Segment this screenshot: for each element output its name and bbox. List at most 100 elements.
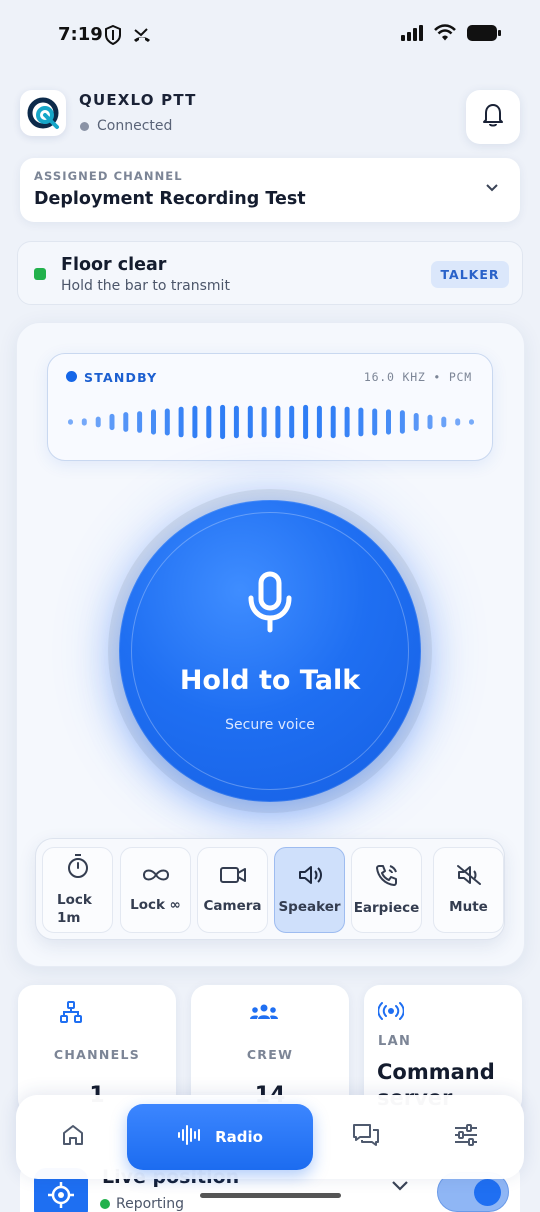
ptt-inner-ring bbox=[131, 512, 409, 790]
connection-status: Connected bbox=[80, 118, 172, 134]
status-right-icons bbox=[400, 24, 502, 46]
lock-infinite-button[interactable]: Lock ∞ bbox=[120, 847, 191, 933]
wifi-icon bbox=[434, 24, 456, 46]
speaker-label: Speaker bbox=[278, 899, 341, 915]
waveform-bar bbox=[81, 418, 87, 426]
mute-icon bbox=[456, 864, 482, 890]
lan-caption: LAN bbox=[378, 1034, 412, 1049]
waveform-card: STANDBY 16.0 KHZ • PCM bbox=[47, 353, 493, 461]
earpiece-icon bbox=[375, 863, 399, 891]
notifications-button[interactable] bbox=[466, 90, 520, 144]
waveform-bar bbox=[233, 405, 239, 439]
floor-status-dot bbox=[34, 268, 46, 280]
speaker-button[interactable]: Speaker bbox=[274, 847, 345, 933]
waveform-bar bbox=[151, 409, 156, 435]
waveform-bar bbox=[109, 413, 115, 431]
sliders-icon bbox=[453, 1123, 479, 1151]
shield-icon bbox=[104, 24, 122, 49]
reporting-label: Reporting bbox=[116, 1196, 185, 1212]
talker-badge: TALKER bbox=[431, 261, 509, 288]
ptt-label: Hold to Talk bbox=[179, 665, 361, 696]
ptt-subtitle: Secure voice bbox=[225, 717, 315, 733]
nav-settings[interactable] bbox=[424, 1095, 508, 1179]
mute-label: Mute bbox=[449, 899, 488, 915]
speaker-icon bbox=[297, 864, 323, 890]
status-time: 7:19 bbox=[58, 24, 103, 45]
waveform-bar bbox=[330, 405, 336, 439]
waveform-bar bbox=[372, 408, 378, 436]
waveform-bar bbox=[386, 409, 391, 435]
waveform-bar bbox=[192, 405, 198, 439]
waveform-bar bbox=[261, 406, 267, 438]
live-position-status: Reporting bbox=[100, 1196, 184, 1212]
nav-chat[interactable] bbox=[324, 1095, 408, 1179]
camera-icon bbox=[219, 865, 247, 889]
waveform-bar bbox=[123, 412, 129, 432]
waveform-bar bbox=[469, 419, 474, 425]
waveform-bar bbox=[441, 416, 447, 428]
waveform-bar bbox=[137, 411, 143, 433]
lock-1m-button[interactable]: Lock 1m bbox=[42, 847, 113, 933]
floor-title: Floor clear bbox=[61, 255, 167, 275]
waveform-bar bbox=[303, 404, 309, 440]
hold-to-talk-button[interactable]: Hold to Talk Secure voice bbox=[119, 500, 421, 802]
reporting-dot bbox=[100, 1199, 110, 1209]
nav-home[interactable] bbox=[32, 1095, 114, 1179]
chevron-down-icon bbox=[484, 180, 500, 200]
waveform-bar bbox=[247, 405, 253, 439]
channel-name: Deployment Recording Test bbox=[34, 189, 306, 209]
camera-button[interactable]: Camera bbox=[197, 847, 268, 933]
standby-dot bbox=[66, 371, 77, 382]
home-indicator bbox=[200, 1193, 341, 1198]
timer-icon bbox=[66, 853, 90, 883]
app-name: QUEXLO PTT bbox=[79, 91, 197, 109]
lock-1m-label: Lock 1m bbox=[57, 892, 92, 926]
radio-wave-icon bbox=[177, 1124, 203, 1150]
status-left-icons bbox=[104, 24, 152, 49]
waveform-bar bbox=[95, 416, 101, 428]
waveform-bar bbox=[413, 413, 419, 431]
earpiece-label: Earpiece bbox=[353, 900, 420, 916]
crew-icon bbox=[249, 1003, 279, 1025]
earpiece-button[interactable]: Earpiece bbox=[351, 847, 422, 933]
waveform bbox=[68, 404, 474, 440]
mute-button[interactable]: Mute bbox=[433, 847, 504, 933]
floor-status-card: Floor clear Hold the bar to transmit TAL… bbox=[17, 241, 523, 305]
audio-format-label: 16.0 KHZ • PCM bbox=[363, 370, 472, 384]
quexlo-logo-icon bbox=[20, 90, 66, 136]
toggle-knob bbox=[474, 1179, 501, 1206]
floor-subtitle: Hold the bar to transmit bbox=[61, 278, 230, 294]
chevron-down-icon[interactable] bbox=[390, 1178, 410, 1198]
waveform-bar bbox=[220, 404, 226, 440]
waveform-bar bbox=[358, 407, 364, 437]
infinity-icon bbox=[141, 866, 171, 888]
waveform-bar bbox=[455, 418, 461, 426]
waveform-bar bbox=[399, 410, 405, 434]
waveform-bar bbox=[206, 405, 212, 439]
camera-label: Camera bbox=[203, 898, 262, 914]
waveform-bar bbox=[344, 406, 350, 438]
waveform-bar bbox=[289, 405, 295, 439]
connection-dot bbox=[80, 121, 89, 131]
waveform-bar bbox=[178, 406, 184, 438]
crew-caption: CREW bbox=[246, 1047, 294, 1062]
waveform-bar bbox=[164, 408, 170, 436]
lock-infinite-label: Lock ∞ bbox=[130, 897, 181, 913]
waveform-bar bbox=[68, 419, 73, 425]
channels-icon bbox=[60, 1001, 82, 1027]
channel-selector[interactable]: ASSIGNED CHANNEL Deployment Recording Te… bbox=[20, 158, 520, 222]
broadcast-icon bbox=[377, 1000, 405, 1026]
waveform-bar bbox=[316, 405, 322, 439]
nav-radio-label: Radio bbox=[215, 1128, 263, 1146]
bell-icon bbox=[482, 102, 504, 132]
nav-radio[interactable]: Radio bbox=[127, 1104, 313, 1170]
waveform-bar bbox=[427, 414, 433, 430]
bottom-nav: Radio bbox=[16, 1095, 524, 1179]
channels-caption: CHANNELS bbox=[53, 1047, 141, 1062]
standby-label: STANDBY bbox=[84, 370, 158, 385]
channel-caption: ASSIGNED CHANNEL bbox=[34, 169, 183, 183]
battery-icon bbox=[466, 24, 502, 46]
missed-call-icon bbox=[132, 25, 152, 49]
signal-icon bbox=[400, 24, 424, 46]
microphone-icon bbox=[245, 570, 295, 638]
